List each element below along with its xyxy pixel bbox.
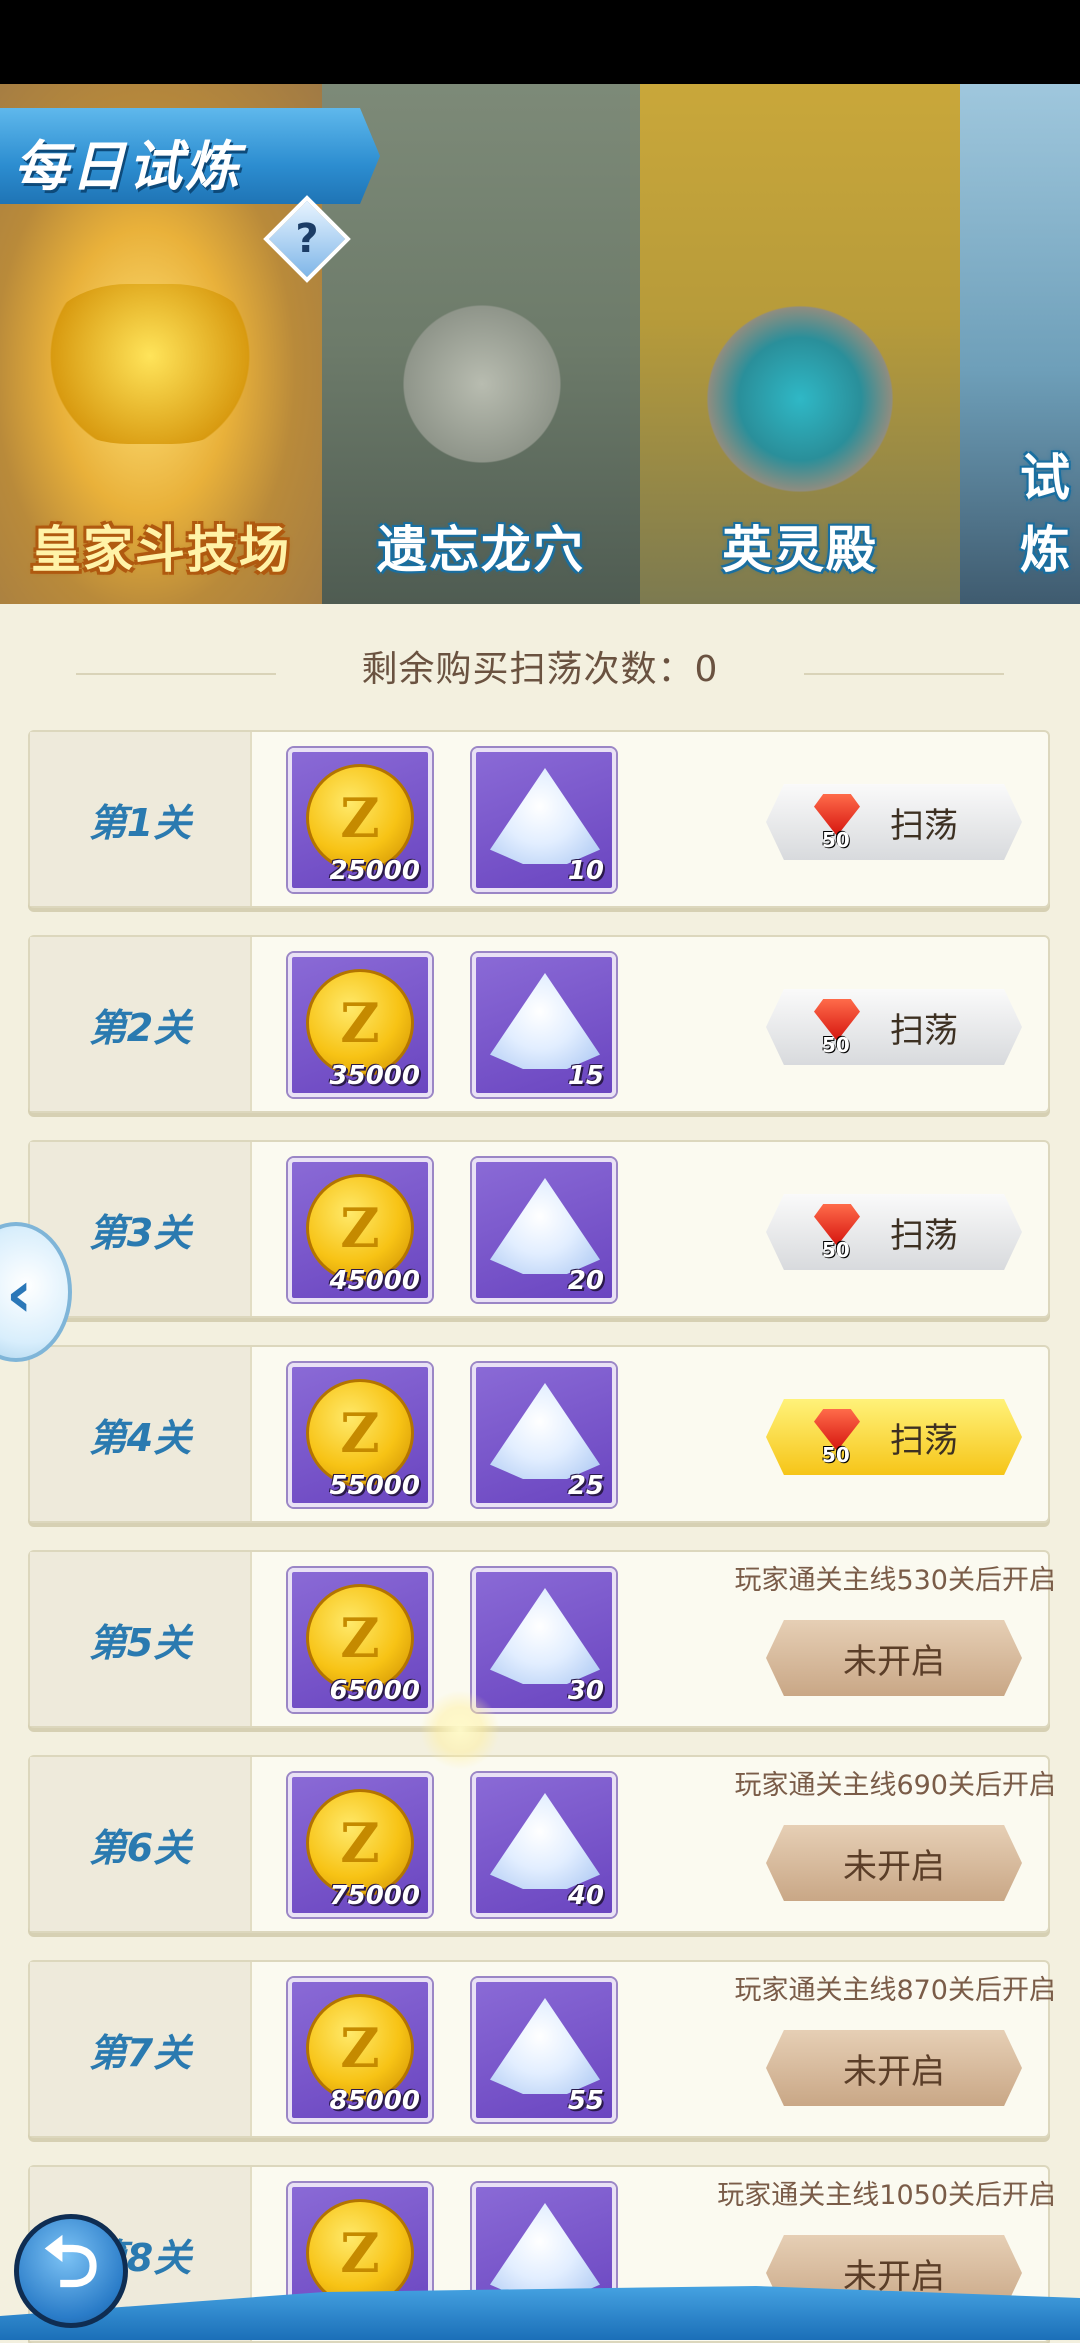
unlock-requirement: 玩家通关主线690关后开启 (734, 1770, 1056, 1801)
unlock-requirement: 玩家通关主线1050关后开启 (717, 2180, 1056, 2211)
status-bar (0, 0, 1080, 84)
fountain-icon (680, 304, 920, 494)
crystal-icon (490, 1178, 600, 1274)
coin-count: 55000 (329, 1471, 420, 1501)
stage-name: 第6关 (88, 1825, 192, 1870)
sweep-label: 扫荡 (890, 1420, 958, 1461)
shrine-icon (382, 284, 582, 484)
coin-count: 45000 (329, 1266, 420, 1296)
card-label: 试炼 (1020, 449, 1072, 579)
coin-count: 25000 (329, 856, 420, 886)
page-title: 每日试炼 (14, 135, 242, 198)
stage-name: 第2关 (88, 1005, 192, 1050)
crystal-icon (490, 973, 600, 1069)
sparkle-effect (420, 1690, 500, 1770)
stage-row: 第4关 55000 25 50 扫荡 (28, 1345, 1050, 1523)
sweep-label: 扫荡 (890, 1010, 958, 1051)
stage-name: 第7关 (88, 2030, 192, 2075)
gold-pile-icon (40, 284, 260, 444)
gem-cost: 50 (822, 1443, 850, 1467)
left-chevron-icon: ‹ (6, 1258, 33, 1332)
crystal-icon (490, 768, 600, 864)
stage-name: 第5关 (88, 1620, 192, 1665)
stage-row: 第6关 75000 40 玩家通关主线690关后开启 未开启 (28, 1755, 1056, 1933)
coin-reward[interactable]: 25000 (288, 748, 432, 892)
coin-reward[interactable]: 75000 (288, 1773, 432, 1917)
locked-label: 未开启 (843, 1641, 945, 1682)
mode-banner: 皇家斗技场 遗忘龙穴 英灵殿 试炼 每日试炼 ? (0, 84, 1080, 604)
locked-button[interactable]: 未开启 (766, 2030, 1022, 2106)
coin-reward[interactable]: 35000 (288, 953, 432, 1097)
gem-cost: 50 (822, 828, 850, 852)
locked-label: 未开启 (843, 2051, 945, 2092)
crystal-icon (490, 1383, 600, 1479)
coin-reward[interactable]: 85000 (288, 1978, 432, 2122)
coin-count: 65000 (329, 1676, 420, 1706)
stage-row: 第3关 45000 20 50 扫荡 (28, 1140, 1050, 1318)
coin-reward[interactable]: 45000 (288, 1158, 432, 1302)
sweep-button[interactable]: 50 扫荡 (766, 989, 1022, 1065)
crystal-count: 10 (567, 856, 604, 886)
stage-row: 第5关 65000 30 玩家通关主线530关后开启 未开启 (28, 1550, 1056, 1728)
coin-count: 75000 (329, 1881, 420, 1911)
card-trial[interactable]: 试炼 (960, 84, 1080, 604)
coin-reward[interactable]: 55000 (288, 1363, 432, 1507)
back-button[interactable]: ⮌ (14, 2214, 128, 2328)
crystal-icon (490, 1793, 600, 1889)
gem-cost: 50 (822, 1033, 850, 1057)
coin-count: 35000 (329, 1061, 420, 1091)
unlock-requirement: 玩家通关主线530关后开启 (734, 1565, 1056, 1596)
stage-name: 第4关 (88, 1415, 192, 1460)
crystal-count: 25 (567, 1471, 604, 1501)
coin-reward[interactable]: 65000 (288, 1568, 432, 1712)
back-arrow-icon: ⮌ (42, 2220, 100, 2303)
stage-row: 第2关 35000 15 50 扫荡 (28, 935, 1050, 1113)
crystal-count: 20 (567, 1266, 604, 1296)
crystal-count: 55 (567, 2086, 604, 2116)
sweep-button[interactable]: 50 扫荡 (766, 1399, 1022, 1475)
coin-count: 85000 (329, 2086, 420, 2116)
gem-cost: 50 (822, 1238, 850, 1262)
crystal-reward[interactable]: 20 (472, 1158, 616, 1302)
sweep-button[interactable]: 50 扫荡 (766, 1194, 1022, 1270)
stage-name: 第1关 (88, 800, 192, 845)
title-ribbon: 每日试炼 (0, 108, 380, 204)
card-label: 遗忘龙穴 (377, 521, 585, 579)
sweep-label: 扫荡 (890, 1215, 958, 1256)
card-valhalla[interactable]: 英灵殿 (640, 84, 960, 604)
crystal-reward[interactable]: 55 (472, 1978, 616, 2122)
remaining-sweeps: 剩余购买扫荡次数：0 (361, 649, 719, 690)
crystal-reward[interactable]: 40 (472, 1773, 616, 1917)
stage-row: 第1关 25000 10 50 扫荡 (28, 730, 1050, 908)
crystal-count: 30 (567, 1676, 604, 1706)
card-label: 皇家斗技场 (31, 521, 291, 579)
crystal-reward[interactable]: 30 (472, 1568, 616, 1712)
unlock-requirement: 玩家通关主线870关后开启 (734, 1975, 1056, 2006)
help-icon: ? (295, 216, 319, 262)
locked-button[interactable]: 未开启 (766, 1620, 1022, 1696)
sweep-button[interactable]: 50 扫荡 (766, 784, 1022, 860)
locked-label: 未开启 (843, 1846, 945, 1887)
stage-row: 第7关 85000 55 玩家通关主线870关后开启 未开启 (28, 1960, 1056, 2138)
crystal-icon (490, 1588, 600, 1684)
sweep-label: 扫荡 (890, 805, 958, 846)
crystal-reward[interactable]: 25 (472, 1363, 616, 1507)
crystal-count: 15 (567, 1061, 604, 1091)
crystal-count: 40 (567, 1881, 604, 1911)
card-label: 英灵殿 (722, 521, 878, 579)
crystal-icon (490, 2203, 600, 2299)
locked-button[interactable]: 未开启 (766, 1825, 1022, 1901)
crystal-reward[interactable]: 15 (472, 953, 616, 1097)
crystal-reward[interactable]: 10 (472, 748, 616, 892)
crystal-icon (490, 1998, 600, 2094)
